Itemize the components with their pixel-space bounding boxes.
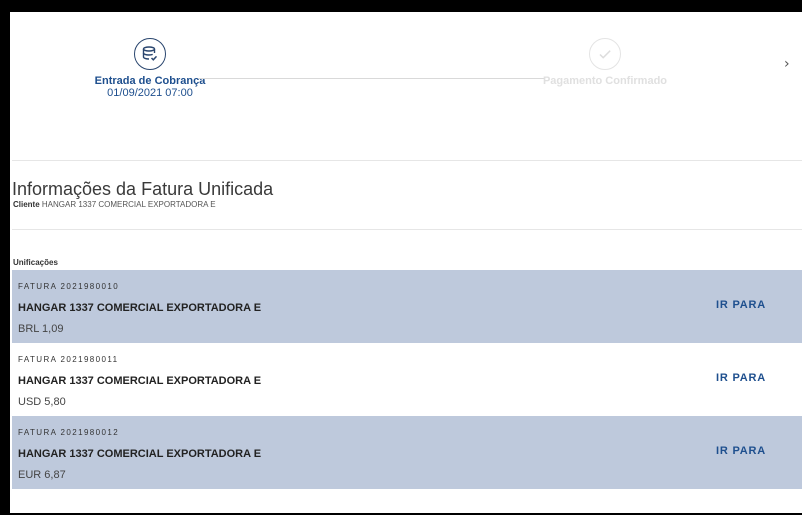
step-entrada-cobranca: Entrada de Cobrança 01/09/2021 07:00 — [70, 38, 230, 99]
page-title: Informações da Fatura Unificada — [12, 179, 274, 199]
invoice-number: FATURA 2021980011 — [18, 355, 119, 364]
step-title: Pagamento Confirmado — [542, 75, 668, 87]
divider — [12, 160, 802, 161]
client-name: HANGAR 1337 COMERCIAL EXPORTADORA E — [41, 200, 216, 209]
go-to-link[interactable]: IR PARA — [716, 445, 766, 457]
chevron-right-icon[interactable]: › — [784, 56, 790, 72]
invoice-client: HANGAR 1337 COMERCIAL EXPORTADORA E — [18, 302, 262, 314]
invoice-number: FATURA 2021980010 — [18, 282, 120, 291]
invoice-amount: BRL 1,09 — [18, 323, 64, 335]
invoice-amount: EUR 6,87 — [18, 469, 66, 481]
stepper-connector — [198, 78, 544, 79]
list-item: FATURA 2021980012 HANGAR 1337 COMERCIAL … — [12, 416, 802, 489]
step-title: Entrada de Cobrança — [94, 75, 206, 87]
client-info: Cliente HANGAR 1337 COMERCIAL EXPORTADOR… — [13, 200, 216, 210]
database-check-icon — [134, 38, 166, 70]
unifications-list: FATURA 2021980010 HANGAR 1337 COMERCIAL … — [12, 270, 802, 489]
step-date: 01/09/2021 07:00 — [107, 87, 193, 99]
divider — [12, 229, 802, 230]
list-item: FATURA 2021980010 HANGAR 1337 COMERCIAL … — [12, 270, 802, 343]
status-stepper: Entrada de Cobrança 01/09/2021 07:00 Pag… — [10, 12, 802, 160]
go-to-link[interactable]: IR PARA — [716, 372, 766, 384]
invoice-client: HANGAR 1337 COMERCIAL EXPORTADORA E — [18, 448, 262, 460]
invoice-amount: USD 5,80 — [18, 396, 66, 408]
list-item: FATURA 2021980011 HANGAR 1337 COMERCIAL … — [12, 343, 802, 416]
step-pagamento-confirmado: Pagamento Confirmado — [515, 38, 695, 87]
client-label: Cliente — [13, 200, 40, 209]
check-icon — [589, 38, 621, 70]
invoice-client: HANGAR 1337 COMERCIAL EXPORTADORA E — [18, 375, 262, 387]
app-frame: Entrada de Cobrança 01/09/2021 07:00 Pag… — [10, 12, 802, 513]
unifications-label: Unificações — [13, 258, 58, 267]
go-to-link[interactable]: IR PARA — [716, 299, 766, 311]
invoice-number: FATURA 2021980012 — [18, 428, 120, 437]
